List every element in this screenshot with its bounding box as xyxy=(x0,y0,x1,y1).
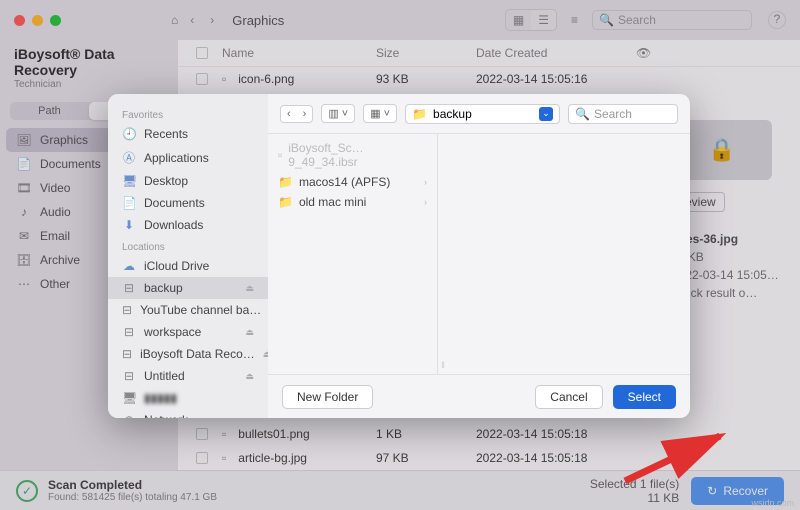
sidebar-item-untitled[interactable]: ⊟Untitled⏏ xyxy=(108,365,268,387)
chevron-right-icon: › xyxy=(424,177,427,187)
applications-icon: Ⓐ xyxy=(122,149,136,166)
sidebar-item-iboysoft[interactable]: ⊟iBoysoft Data Reco…⏏ xyxy=(108,343,268,365)
eject-icon[interactable]: ⏏ xyxy=(245,371,254,382)
chevron-right-icon: › xyxy=(424,197,427,207)
sidebar-item-documents[interactable]: 📄Documents xyxy=(108,192,268,214)
chevron-updown-icon: ⌄ xyxy=(539,107,553,121)
eject-icon[interactable]: ⏏ xyxy=(245,283,254,294)
recents-icon: 🕘 xyxy=(122,127,136,141)
column-resize-handle[interactable]: ‖ xyxy=(438,360,448,374)
cloud-icon: ☁ xyxy=(122,259,136,273)
save-location-dialog: Favorites 🕘Recents ⒶApplications 🖥Deskto… xyxy=(108,94,690,418)
folder-icon: 📁 xyxy=(278,195,293,209)
cancel-button[interactable]: Cancel xyxy=(535,385,602,409)
back-button[interactable]: ‹ xyxy=(281,106,297,122)
column-2 xyxy=(448,134,690,374)
network-icon: ⊕ xyxy=(122,413,136,418)
sidebar-item-desktop[interactable]: 🖥Desktop xyxy=(108,170,268,192)
drive-icon: ⊟ xyxy=(122,281,136,295)
sidebar-item-backup[interactable]: ⊟backup⏏ xyxy=(108,277,268,299)
drive-icon: ⊟ xyxy=(122,303,132,317)
favorites-heading: Favorites xyxy=(108,104,268,123)
folder-icon: 📁 xyxy=(412,107,427,121)
computer-icon: 🖥 xyxy=(122,391,136,405)
documents-icon: 📄 xyxy=(122,196,136,210)
sidebar-item-downloads[interactable]: ⬇Downloads xyxy=(108,214,268,236)
folder-icon: 📁 xyxy=(278,175,293,189)
drive-icon: ⊟ xyxy=(122,325,136,339)
sidebar-item-recents[interactable]: 🕘Recents xyxy=(108,123,268,145)
columns-view-button[interactable]: ▥ ˅ xyxy=(322,105,354,122)
list-item[interactable]: 📁macos14 (APFS)› xyxy=(268,172,437,192)
select-button[interactable]: Select xyxy=(613,385,676,409)
downloads-icon: ⬇ xyxy=(122,218,136,232)
new-folder-button[interactable]: New Folder xyxy=(282,385,373,409)
location-popup[interactable]: 📁 backup ⌄ xyxy=(405,104,560,124)
dialog-search[interactable]: 🔍 Search xyxy=(568,104,678,124)
drive-icon: ⊟ xyxy=(122,369,136,383)
list-item[interactable]: 📁old mac mini› xyxy=(268,192,437,212)
file-icon: ▫ xyxy=(278,148,282,162)
group-button[interactable]: ▦ ˅ xyxy=(364,105,396,122)
dialog-toolbar: ‹ › ▥ ˅ ▦ ˅ 📁 backup ⌄ 🔍 Search xyxy=(268,94,690,134)
sidebar-item-icloud[interactable]: ☁iCloud Drive xyxy=(108,255,268,277)
column-browser: ▫iBoysoft_Sc…9_49_34.ibsr 📁macos14 (APFS… xyxy=(268,134,690,374)
drive-icon: ⊟ xyxy=(122,347,132,361)
sidebar-item-blurred[interactable]: 🖥▮▮▮▮▮ xyxy=(108,387,268,409)
watermark: wsidn.com xyxy=(751,498,794,508)
desktop-icon: 🖥 xyxy=(122,174,136,188)
dialog-footer: New Folder Cancel Select xyxy=(268,374,690,418)
eject-icon[interactable]: ⏏ xyxy=(245,327,254,338)
sidebar-item-network[interactable]: ⊕Network xyxy=(108,409,268,418)
search-icon: 🔍 xyxy=(575,107,590,121)
sidebar-item-applications[interactable]: ⒶApplications xyxy=(108,145,268,170)
list-item[interactable]: ▫iBoysoft_Sc…9_49_34.ibsr xyxy=(268,138,437,172)
locations-heading: Locations xyxy=(108,236,268,255)
sidebar-item-workspace[interactable]: ⊟workspace⏏ xyxy=(108,321,268,343)
nav-group: ‹ › xyxy=(280,105,313,123)
dialog-sidebar: Favorites 🕘Recents ⒶApplications 🖥Deskto… xyxy=(108,94,268,418)
forward-button[interactable]: › xyxy=(297,106,313,122)
column-1: ▫iBoysoft_Sc…9_49_34.ibsr 📁macos14 (APFS… xyxy=(268,134,438,374)
sidebar-item-youtube[interactable]: ⊟YouTube channel ba…⏏ xyxy=(108,299,268,321)
